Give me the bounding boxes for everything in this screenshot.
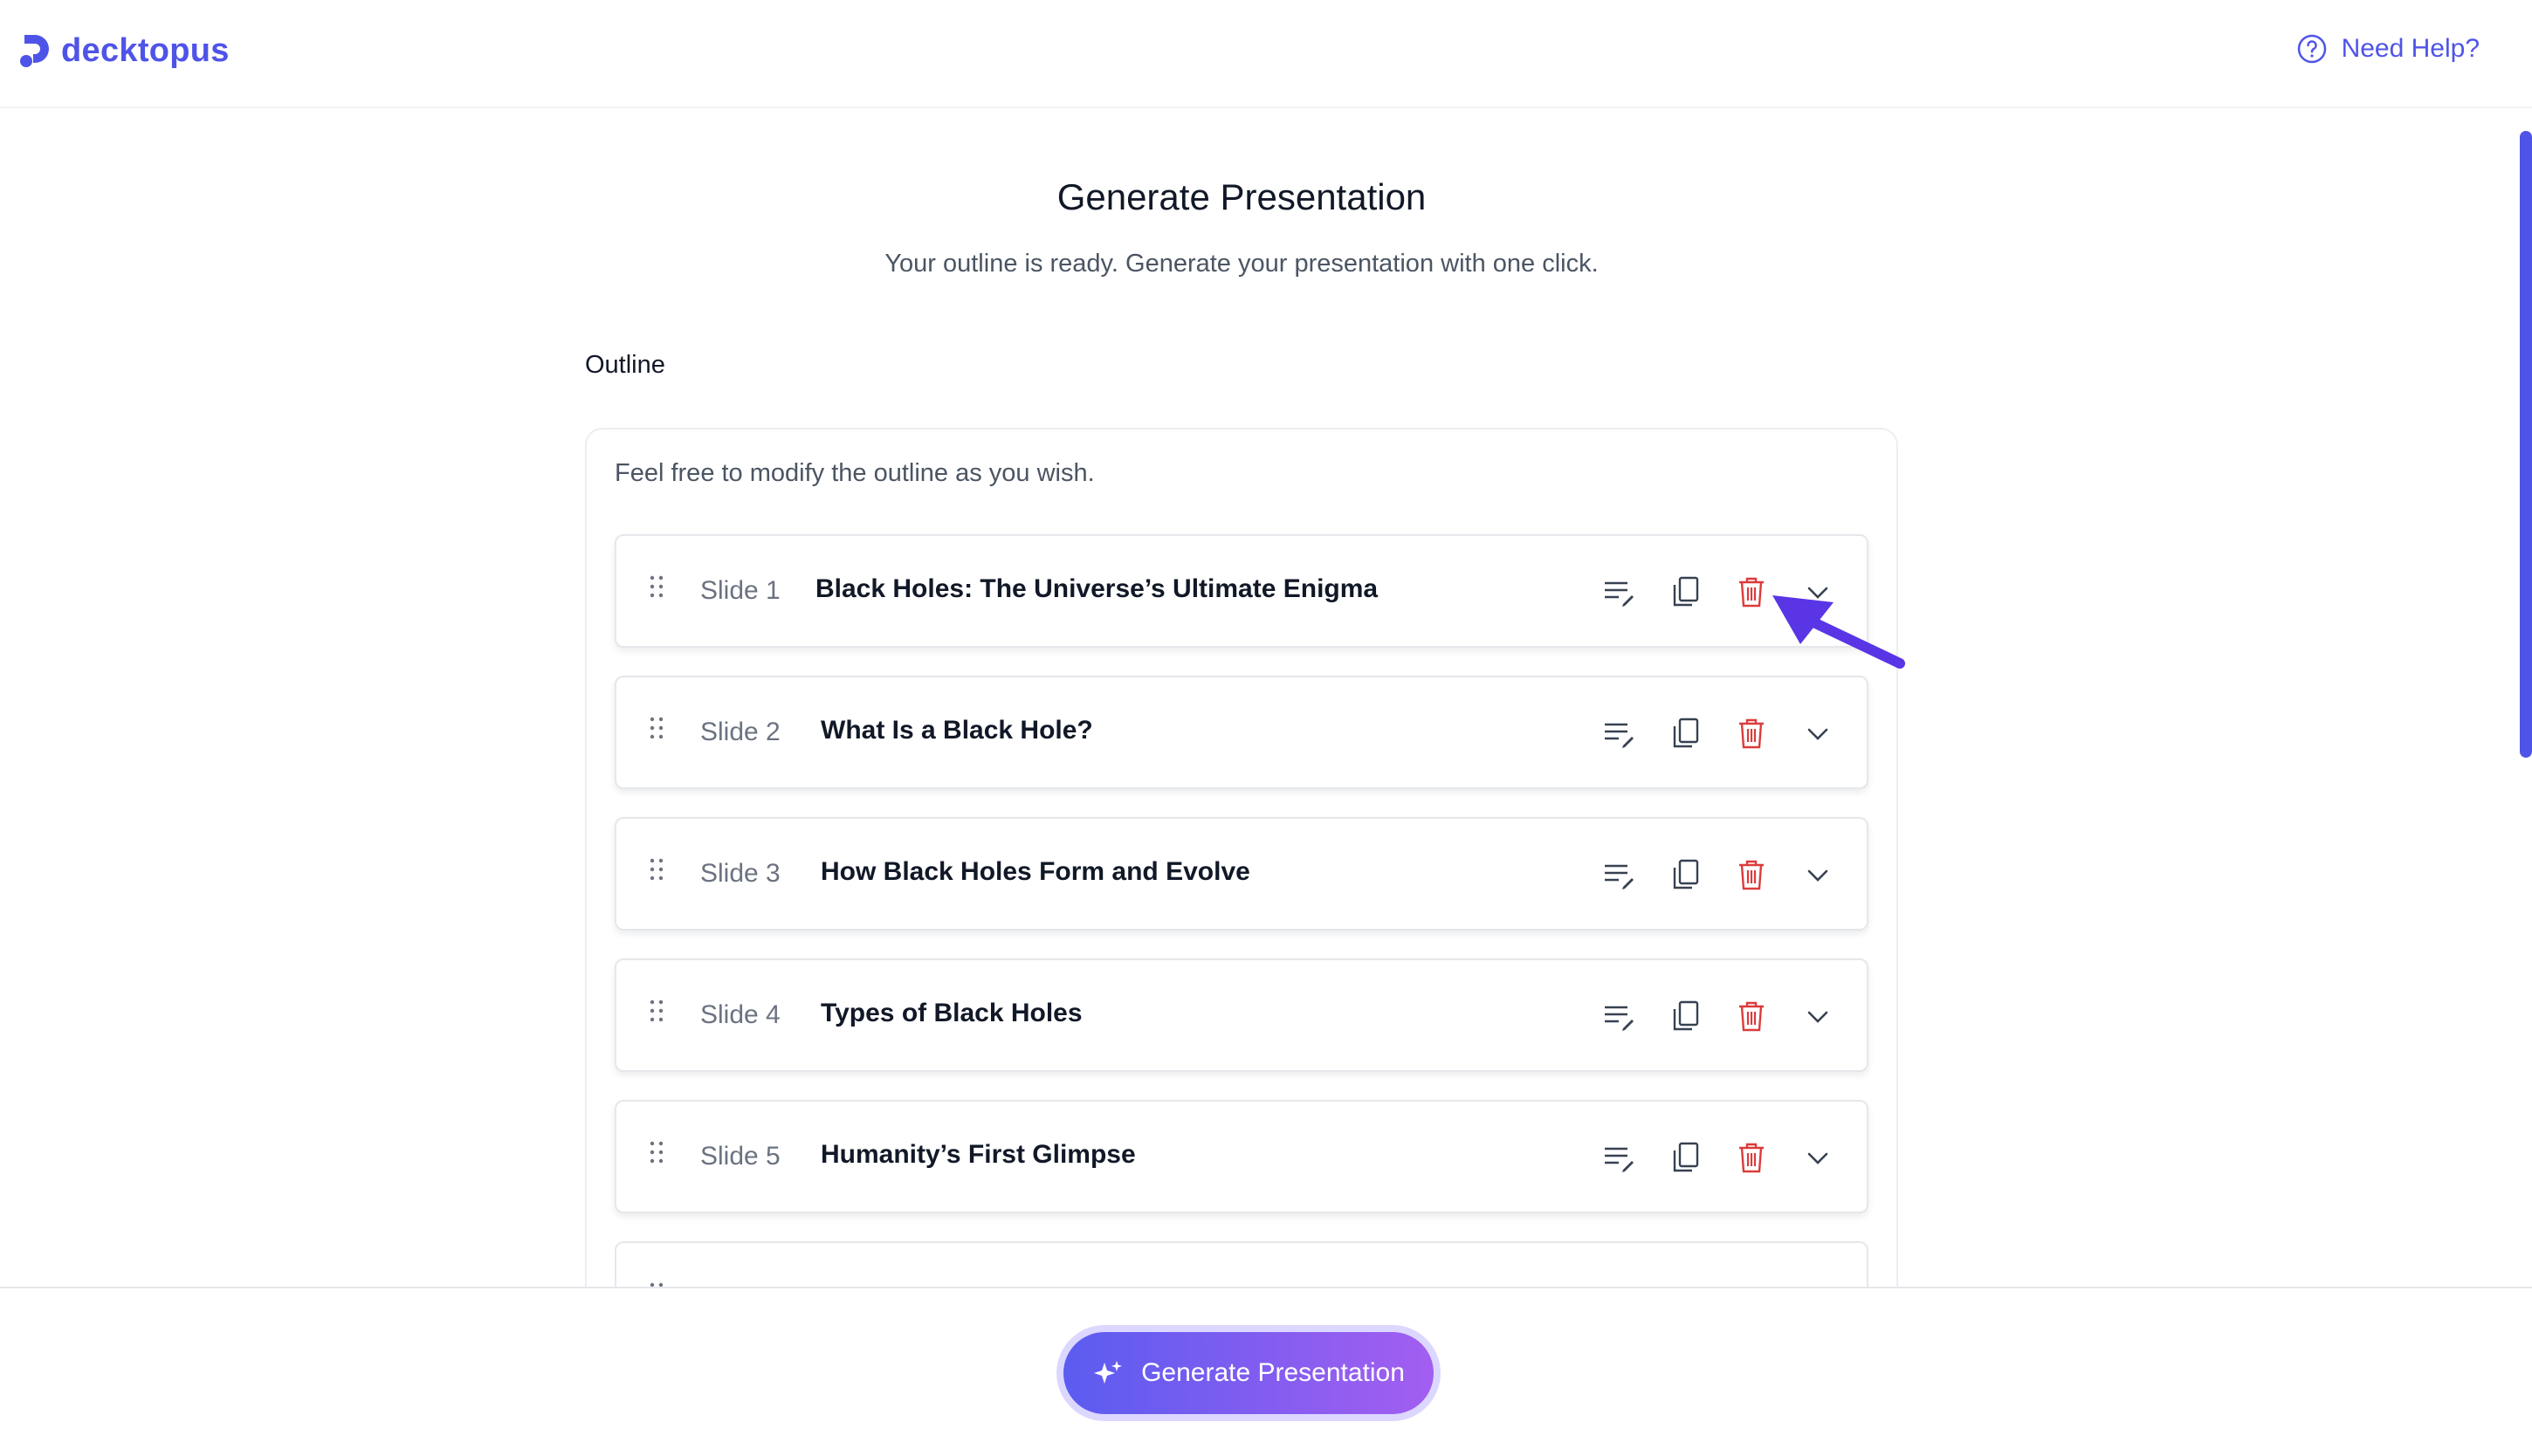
drag-handle-icon[interactable] (648, 999, 665, 1023)
slide-title[interactable]: Humanity’s First Glimpse (821, 1140, 1136, 1170)
slide-number: Slide 1 (700, 576, 781, 605)
duplicate-icon[interactable] (1668, 716, 1703, 751)
edit-notes-icon[interactable] (1601, 999, 1636, 1034)
slide-number: Slide 4 (700, 1000, 781, 1029)
duplicate-icon[interactable] (1668, 1140, 1703, 1175)
slide-card-2[interactable]: Slide 2 What Is a Black Hole? (615, 676, 1868, 789)
sparkle-icon (1094, 1361, 1123, 1384)
slide-number: Slide 2 (700, 718, 781, 746)
duplicate-icon[interactable] (1668, 999, 1703, 1034)
trash-icon[interactable] (1734, 857, 1769, 892)
trash-icon[interactable] (1734, 1140, 1769, 1175)
slide-card-5[interactable]: Slide 5 Humanity’s First Glimpse (615, 1100, 1868, 1213)
outline-helper-text: Feel free to modify the outline as you w… (615, 459, 1095, 487)
decktopus-logo[interactable]: decktopus (17, 30, 230, 72)
slide-title[interactable]: Black Holes: The Universe’s Ultimate Eni… (815, 574, 1378, 604)
generate-presentation-button[interactable]: Generate Presentation (1063, 1332, 1434, 1414)
outline-heading: Outline (585, 351, 665, 379)
top-header: decktopus Need Help? (0, 0, 2532, 108)
edit-notes-icon[interactable] (1601, 857, 1636, 892)
slide-title[interactable]: What Is a Black Hole? (821, 716, 1093, 745)
edit-notes-icon[interactable] (1601, 574, 1636, 609)
logo-text: decktopus (61, 31, 230, 69)
slide-card-4[interactable]: Slide 4 Types of Black Holes (615, 958, 1868, 1072)
annotation-arrow-icon (1772, 595, 1905, 669)
trash-icon[interactable] (1734, 999, 1769, 1034)
chevron-down-icon[interactable] (1800, 857, 1835, 892)
slide-card-3[interactable]: Slide 3 How Black Holes Form and Evolve (615, 817, 1868, 931)
slide-card-1[interactable]: Slide 1 Black Holes: The Universe’s Ulti… (615, 534, 1868, 648)
slide-title[interactable]: Types of Black Holes (821, 999, 1083, 1028)
drag-handle-icon[interactable] (648, 716, 665, 740)
scrollbar-thumb[interactable] (2520, 131, 2532, 758)
chevron-down-icon[interactable] (1800, 716, 1835, 751)
decktopus-logo-icon (20, 35, 49, 67)
question-circle-icon (2297, 34, 2326, 64)
edit-notes-icon[interactable] (1601, 716, 1636, 751)
drag-handle-icon[interactable] (648, 574, 665, 599)
trash-icon[interactable] (1734, 716, 1769, 751)
duplicate-icon[interactable] (1668, 574, 1703, 609)
page-subtitle: Your outline is ready. Generate your pre… (884, 250, 1599, 278)
chevron-down-icon[interactable] (1800, 999, 1835, 1034)
page-title: Generate Presentation (1056, 176, 1427, 217)
edit-notes-icon[interactable] (1601, 1140, 1636, 1175)
slide-title[interactable]: How Black Holes Form and Evolve (821, 857, 1250, 887)
chevron-down-icon[interactable] (1800, 1140, 1835, 1175)
drag-handle-icon[interactable] (648, 857, 665, 882)
slide-number: Slide 3 (700, 859, 781, 888)
slide-number: Slide 5 (700, 1142, 781, 1171)
need-help-link[interactable]: Need Help? (2296, 33, 2480, 65)
drag-handle-icon[interactable] (648, 1140, 665, 1164)
duplicate-icon[interactable] (1668, 857, 1703, 892)
generate-presentation-label: Generate Presentation (1141, 1358, 1405, 1387)
need-help-label: Need Help? (2341, 34, 2480, 63)
